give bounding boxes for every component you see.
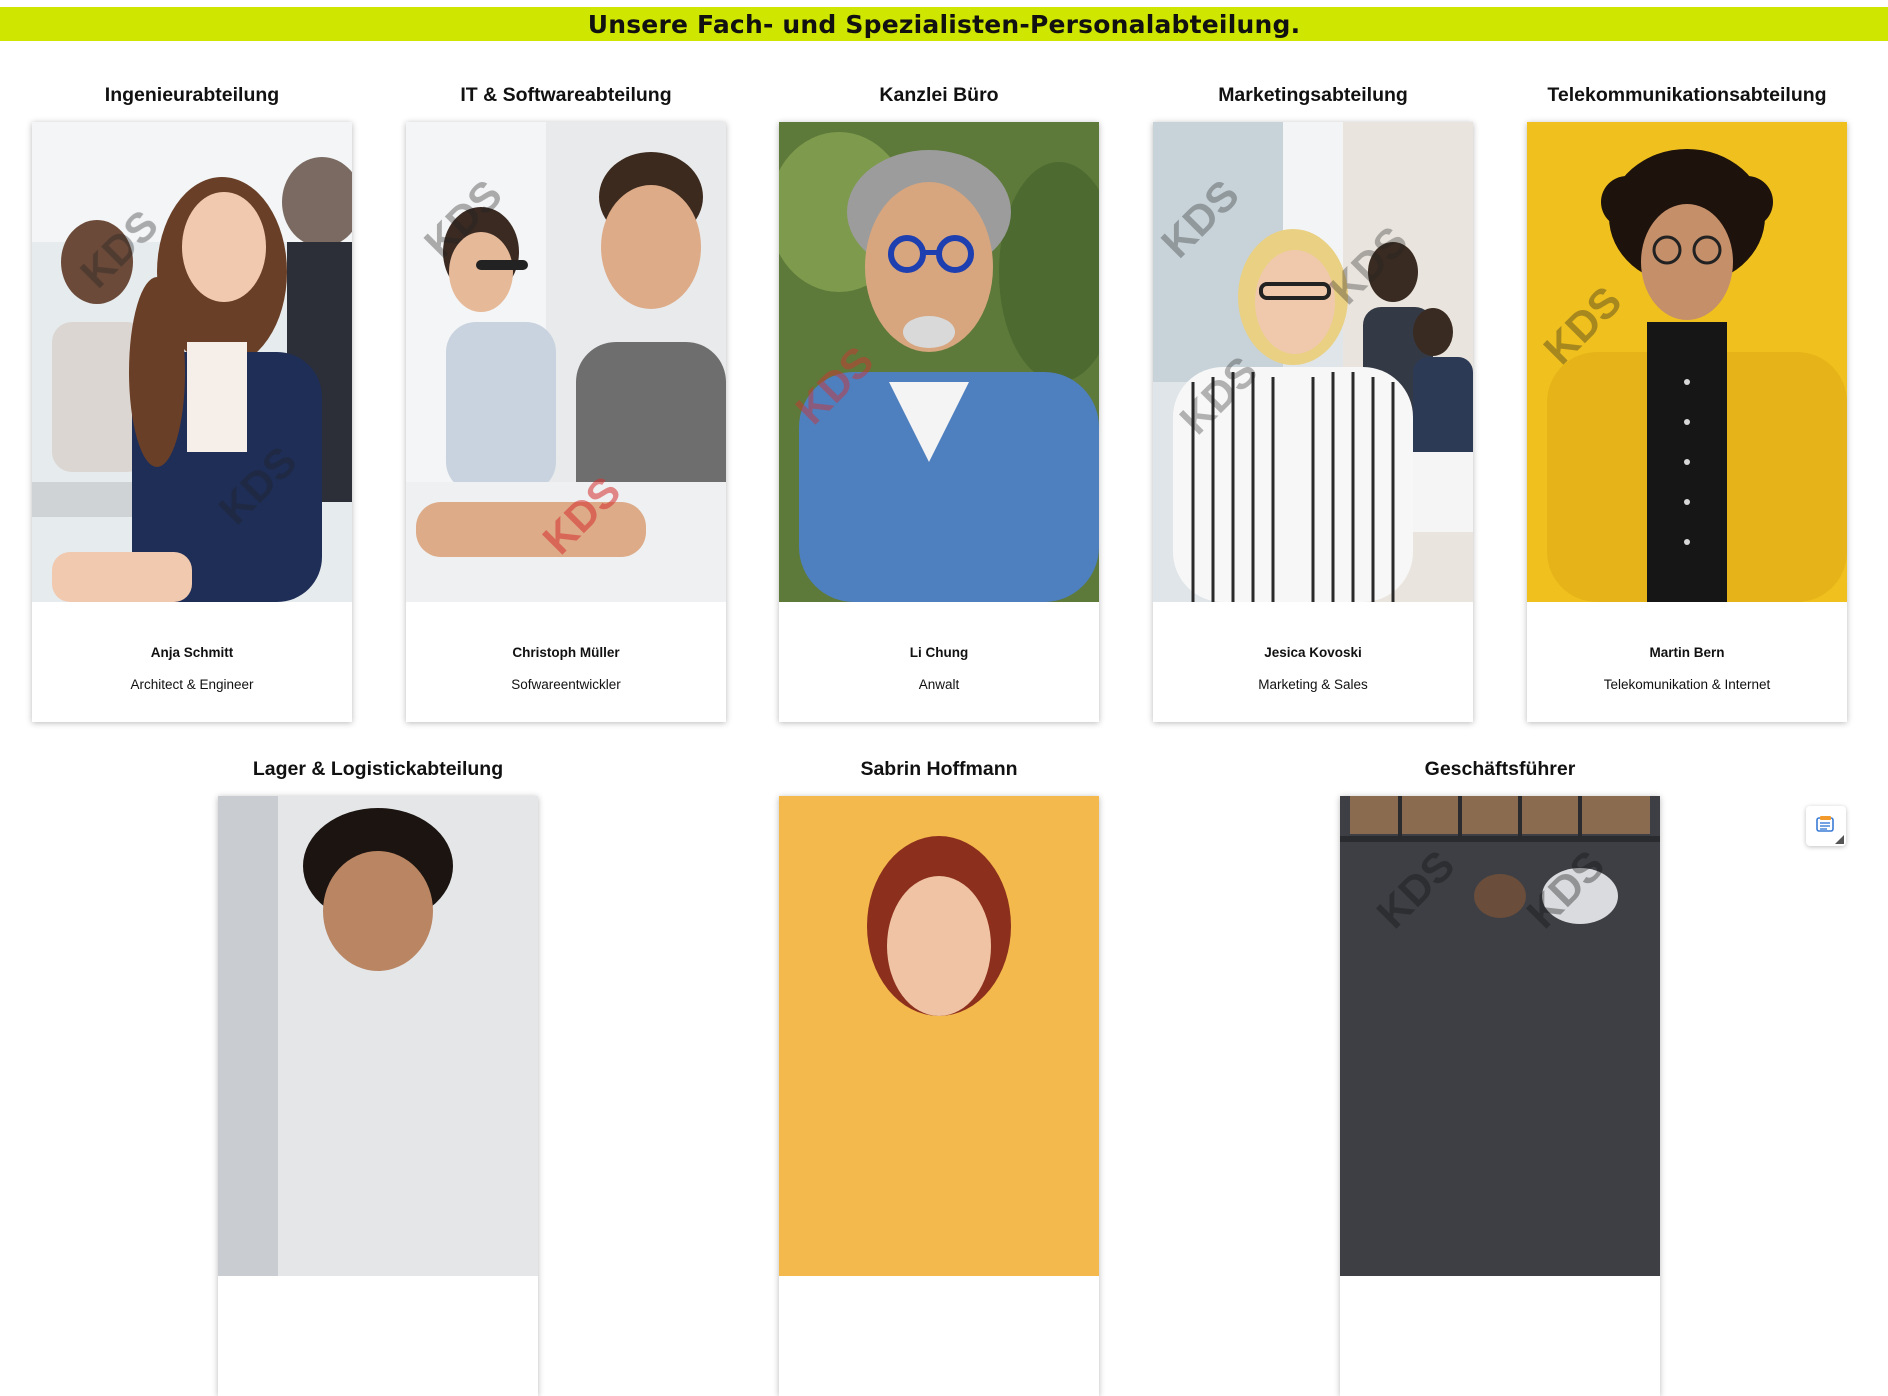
person-role: Sofwareentwickler: [511, 677, 621, 692]
dept-title-managing-director: Geschäftsführer: [1424, 758, 1576, 780]
person-name: Christoph Müller: [512, 645, 620, 660]
watermark-logo: KDS: [787, 337, 883, 433]
portrait-photo: KDS KDS: [1340, 796, 1660, 1276]
portrait-photo: KDS KDS KDS: [1153, 122, 1473, 602]
person-role: Architect & Engineer: [130, 677, 254, 692]
team-card-warehouse-logistics: [218, 796, 538, 1396]
notes-button[interactable]: [1806, 806, 1846, 846]
dept-title-it-software: IT & Softwareabteilung: [460, 84, 672, 106]
dept-title-marketing: Marketingsabteilung: [1218, 84, 1408, 106]
card-body: Anja Schmitt Architect & Engineer: [32, 602, 352, 722]
portrait-photo: KDS KDS: [406, 122, 726, 602]
dept-title-sabrin-hoffmann: Sabrin Hoffmann: [860, 758, 1018, 780]
watermark-logo: KDS: [1171, 347, 1267, 443]
watermark-logo: KDS: [1153, 171, 1248, 267]
portrait-photo: KDS: [1527, 122, 1847, 602]
team-card-engineering: KDS KDS Anja Schmitt Architect & Enginee…: [32, 122, 352, 722]
team-card-marketing: KDS KDS KDS Jesica Kovoski Marketing & S…: [1153, 122, 1473, 722]
portrait-photo: [218, 796, 538, 1276]
person-role: Telekomunikation & Internet: [1603, 677, 1771, 692]
card-body: Li Chung Anwalt: [779, 602, 1099, 722]
watermark-logo: KDS: [1321, 217, 1417, 313]
team-card-it-software: KDS KDS Christoph Müller Sofwareentwickl…: [406, 122, 726, 722]
watermark-logo: KDS: [534, 467, 630, 563]
person-name: Martin Bern: [1649, 645, 1725, 660]
team-card-sabrin-hoffmann: [779, 796, 1099, 1396]
watermark-logo: KDS: [1535, 277, 1631, 373]
person-name: Jesica Kovoski: [1264, 645, 1362, 660]
card-body: Martin Bern Telekomunikation & Internet: [1527, 602, 1847, 722]
person-name: Li Chung: [909, 645, 969, 660]
page-banner: Unsere Fach- und Spezialisten-Personalab…: [0, 7, 1888, 41]
portrait-photo: KDS: [779, 122, 1099, 602]
team-card-managing-director: KDS KDS: [1340, 796, 1660, 1396]
watermark-logo: KDS: [1518, 841, 1614, 937]
watermark-logo: KDS: [1368, 841, 1464, 937]
watermark-logo: KDS: [210, 437, 306, 533]
notes-icon: [1816, 815, 1836, 838]
page-title: Unsere Fach- und Spezialisten-Personalab…: [587, 9, 1301, 39]
team-card-law-office: KDS Li Chung Anwalt: [779, 122, 1099, 722]
card-body: Jesica Kovoski Marketing & Sales: [1153, 602, 1473, 722]
person-name: Anja Schmitt: [150, 645, 234, 660]
dept-title-warehouse-logistics: Lager & Logistickabteilung: [252, 758, 504, 780]
resize-corner-icon: [1835, 835, 1844, 844]
portrait-photo: KDS KDS: [32, 122, 352, 602]
watermark-logo: KDS: [415, 171, 511, 267]
person-role: Anwalt: [918, 677, 960, 692]
person-role: Marketing & Sales: [1258, 677, 1368, 692]
portrait-photo: [779, 796, 1099, 1276]
team-card-telecommunications: KDS Martin Bern Telekomunikation & Inter…: [1527, 122, 1847, 722]
dept-title-law-office: Kanzlei Büro: [879, 84, 999, 106]
dept-title-telecommunications: Telekommunikationsabteilung: [1547, 84, 1827, 106]
card-body: Christoph Müller Sofwareentwickler: [406, 602, 726, 722]
watermark-logo: KDS: [71, 201, 167, 297]
dept-title-engineering: Ingenieurabteilung: [104, 84, 280, 106]
